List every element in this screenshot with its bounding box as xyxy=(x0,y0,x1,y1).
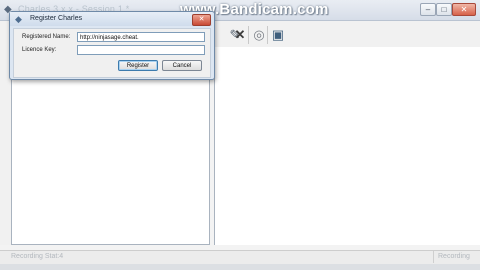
maximize-button[interactable]: □ xyxy=(436,3,452,16)
status-text: Recording Stat:4 xyxy=(11,253,64,260)
toolbar-separator xyxy=(267,26,268,44)
cancel-button[interactable]: Cancel xyxy=(162,60,202,71)
registry-icon[interactable]: ▣ xyxy=(270,27,286,43)
minimize-button[interactable]: – xyxy=(420,3,436,16)
licence-key-label: Licence Key: xyxy=(22,47,57,53)
close-window-button[interactable]: ✕ xyxy=(452,3,476,16)
status-divider xyxy=(433,251,434,263)
status-bar xyxy=(0,250,480,265)
recording-status[interactable]: Recording xyxy=(438,253,470,260)
tools-icon[interactable]: ✕ xyxy=(232,27,248,43)
registered-name-input[interactable]: http://ninjasage.cheat. xyxy=(77,32,205,42)
licence-key-input[interactable] xyxy=(77,45,205,55)
detail-pane[interactable] xyxy=(214,47,480,245)
dialog-title: Register Charles xyxy=(30,15,83,22)
register-button[interactable]: Register xyxy=(118,60,158,71)
registered-name-label: Registered Name: xyxy=(22,34,71,40)
toolbar-separator xyxy=(248,26,249,44)
dialog-close-button[interactable]: ✕ xyxy=(192,14,211,26)
dialog-app-icon: ◆ xyxy=(15,14,22,24)
bottom-strip xyxy=(0,264,480,270)
target-icon[interactable]: ◎ xyxy=(251,27,267,43)
